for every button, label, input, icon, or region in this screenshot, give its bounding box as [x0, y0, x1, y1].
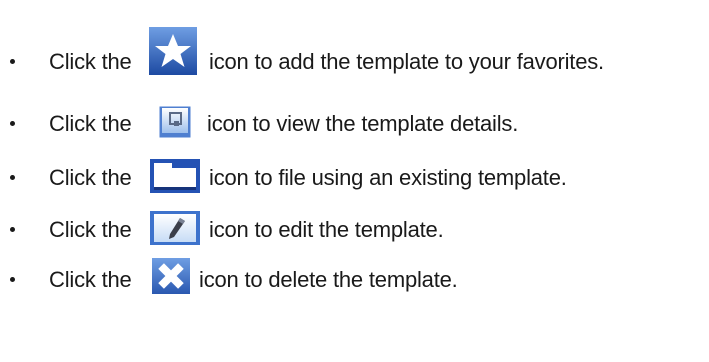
- bullet: [10, 174, 15, 180]
- favorite-star-icon: [149, 27, 197, 75]
- list-item-favorite: Click the icon to add the template to yo…: [0, 27, 709, 78]
- instruction-list: Click the icon to add the template to yo…: [0, 0, 709, 362]
- bullet: [10, 120, 15, 126]
- item-text-after: icon to file using an existing template.: [209, 165, 567, 190]
- bullet: [10, 226, 15, 232]
- view-details-icon: [159, 106, 191, 138]
- bullet: [10, 276, 15, 282]
- list-item-view-details: Click the icon to view the template deta…: [0, 106, 709, 140]
- item-text-before: Click the: [49, 49, 132, 74]
- delete-x-icon: [152, 258, 190, 294]
- item-text-before: Click the: [49, 217, 132, 242]
- edit-pencil-icon: [150, 211, 200, 245]
- list-item-file-existing: Click the icon to file using an existing…: [0, 159, 709, 194]
- bullet: [10, 58, 15, 64]
- folder-icon: [150, 159, 200, 193]
- item-text-before: Click the: [49, 111, 132, 136]
- list-item-delete: Click the icon to delete the template.: [0, 258, 709, 296]
- item-text-before: Click the: [49, 165, 132, 190]
- item-text-after: icon to view the template details.: [207, 111, 519, 136]
- item-text-after: icon to add the template to your favorit…: [209, 49, 604, 74]
- item-text-after: icon to edit the template.: [209, 217, 444, 242]
- list-item-edit: Click the icon to edit the template.: [0, 211, 709, 246]
- item-text-after: icon to delete the template.: [199, 267, 458, 292]
- item-text-before: Click the: [49, 267, 132, 292]
